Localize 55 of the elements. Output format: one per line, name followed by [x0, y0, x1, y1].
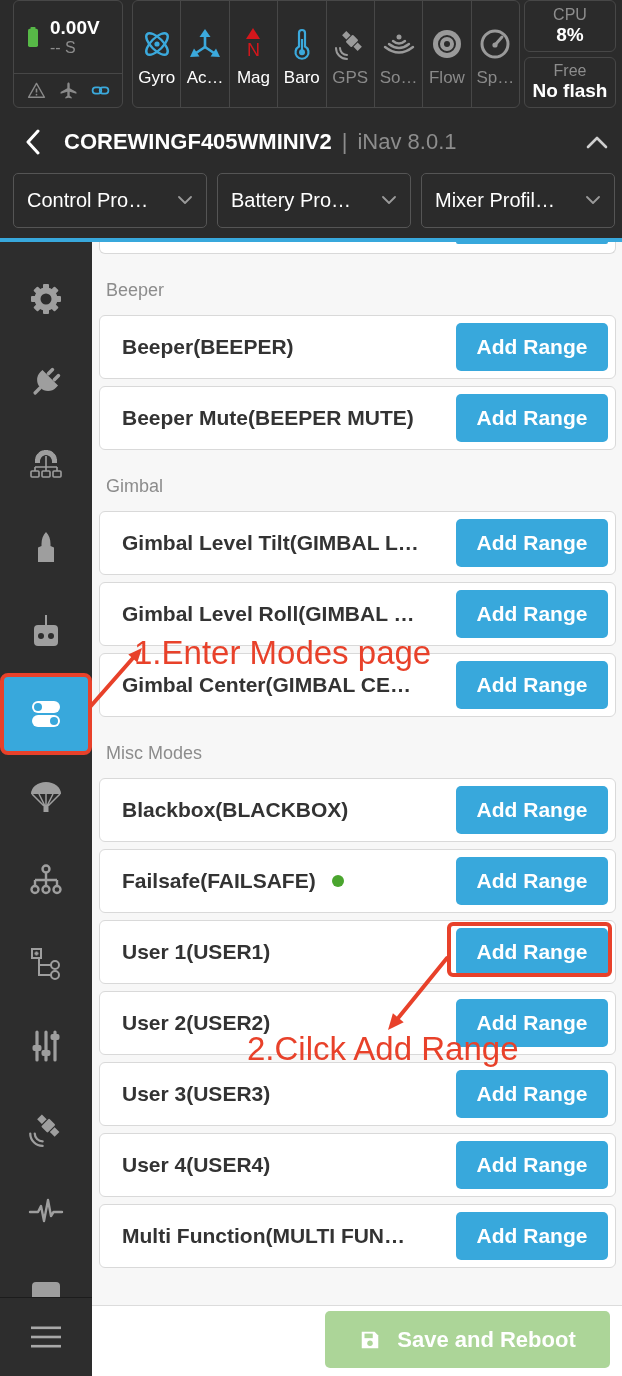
add-range-button[interactable]: Add Range [456, 1212, 608, 1260]
profile-dropdown[interactable]: Battery Pro… [217, 173, 411, 228]
mode-name: User 2(USER2) [122, 1011, 271, 1035]
compass-letter: N [246, 40, 260, 60]
mode-name: Gimbal Level Tilt(GIMBAL L… [122, 531, 419, 555]
add-range-button[interactable]: Add Range [456, 857, 608, 905]
chevron-up-icon[interactable] [586, 134, 608, 149]
mode-name: Gimbal Level Roll(GIMBAL … [122, 602, 415, 626]
caret-icon [586, 196, 600, 205]
add-range-button[interactable]: Add Range [456, 1070, 608, 1118]
voltage-value: 0.00V [50, 17, 100, 39]
mode-name: User 4(USER4) [122, 1153, 271, 1177]
battery-icon [28, 26, 38, 48]
section-title: Gimbal [105, 475, 164, 498]
mode-name: User 3(USER3) [122, 1082, 271, 1106]
caret-icon [382, 196, 396, 205]
sensor-label: So… [379, 68, 418, 88]
mode-name: Beeper(BEEPER) [122, 335, 294, 359]
section-title: Misc Modes [105, 742, 204, 765]
flash-label: Free [553, 62, 587, 81]
add-range-button[interactable]: Add Range [456, 1141, 608, 1189]
mode-name: User 1(USER1) [122, 940, 271, 964]
firmware-version: iNav 8.0.1 [357, 128, 457, 155]
profile-dropdown[interactable]: Control Pro… [13, 173, 207, 228]
caret-icon [178, 196, 192, 205]
flash-value: No flash [532, 80, 608, 103]
add-range-button[interactable]: Add Range [456, 394, 608, 442]
sensor-label: Sp… [476, 68, 515, 88]
flight-time: -- S [50, 39, 77, 57]
sensor-label: Ac… [186, 68, 224, 88]
sensor-label: Baro [283, 68, 320, 88]
mode-name: Multi Function(MULTI FUN… [122, 1224, 406, 1248]
add-range-button[interactable]: Add Range [456, 786, 608, 834]
profile-dropdown[interactable]: Mixer Profil… [421, 173, 615, 228]
add-range-button[interactable]: Add Range [456, 323, 608, 371]
sensor-label: Gyro [138, 68, 176, 88]
sensor-label: GPS [332, 68, 369, 88]
title-separator: | [341, 128, 348, 155]
back-icon[interactable] [25, 128, 41, 155]
mode-name: Failsafe(FAILSAFE) [122, 869, 316, 893]
add-range-button[interactable]: Add Range [456, 519, 608, 567]
device-name: COREWINGF405WMINIV2 [64, 128, 332, 155]
add-range-button[interactable]: Add Range [456, 590, 608, 638]
add-range-button[interactable]: Add Range [456, 928, 608, 976]
cpu-label: CPU [553, 5, 587, 24]
sensor-label: Mag [236, 68, 270, 88]
add-range-button[interactable]: Add Range [456, 661, 608, 709]
cpu-value: 8% [556, 23, 584, 46]
mode-name: Gimbal Center(GIMBAL CE… [122, 673, 411, 697]
sensor-label: Flow [429, 68, 465, 88]
mode-name: Beeper Mute(BEEPER MUTE) [122, 406, 414, 430]
section-title: Beeper [105, 279, 166, 302]
annotation-text: 1.Enter Modes page [134, 634, 432, 671]
menu-icon[interactable] [31, 1326, 61, 1348]
mode-name: Blackbox(BLACKBOX) [122, 798, 349, 822]
